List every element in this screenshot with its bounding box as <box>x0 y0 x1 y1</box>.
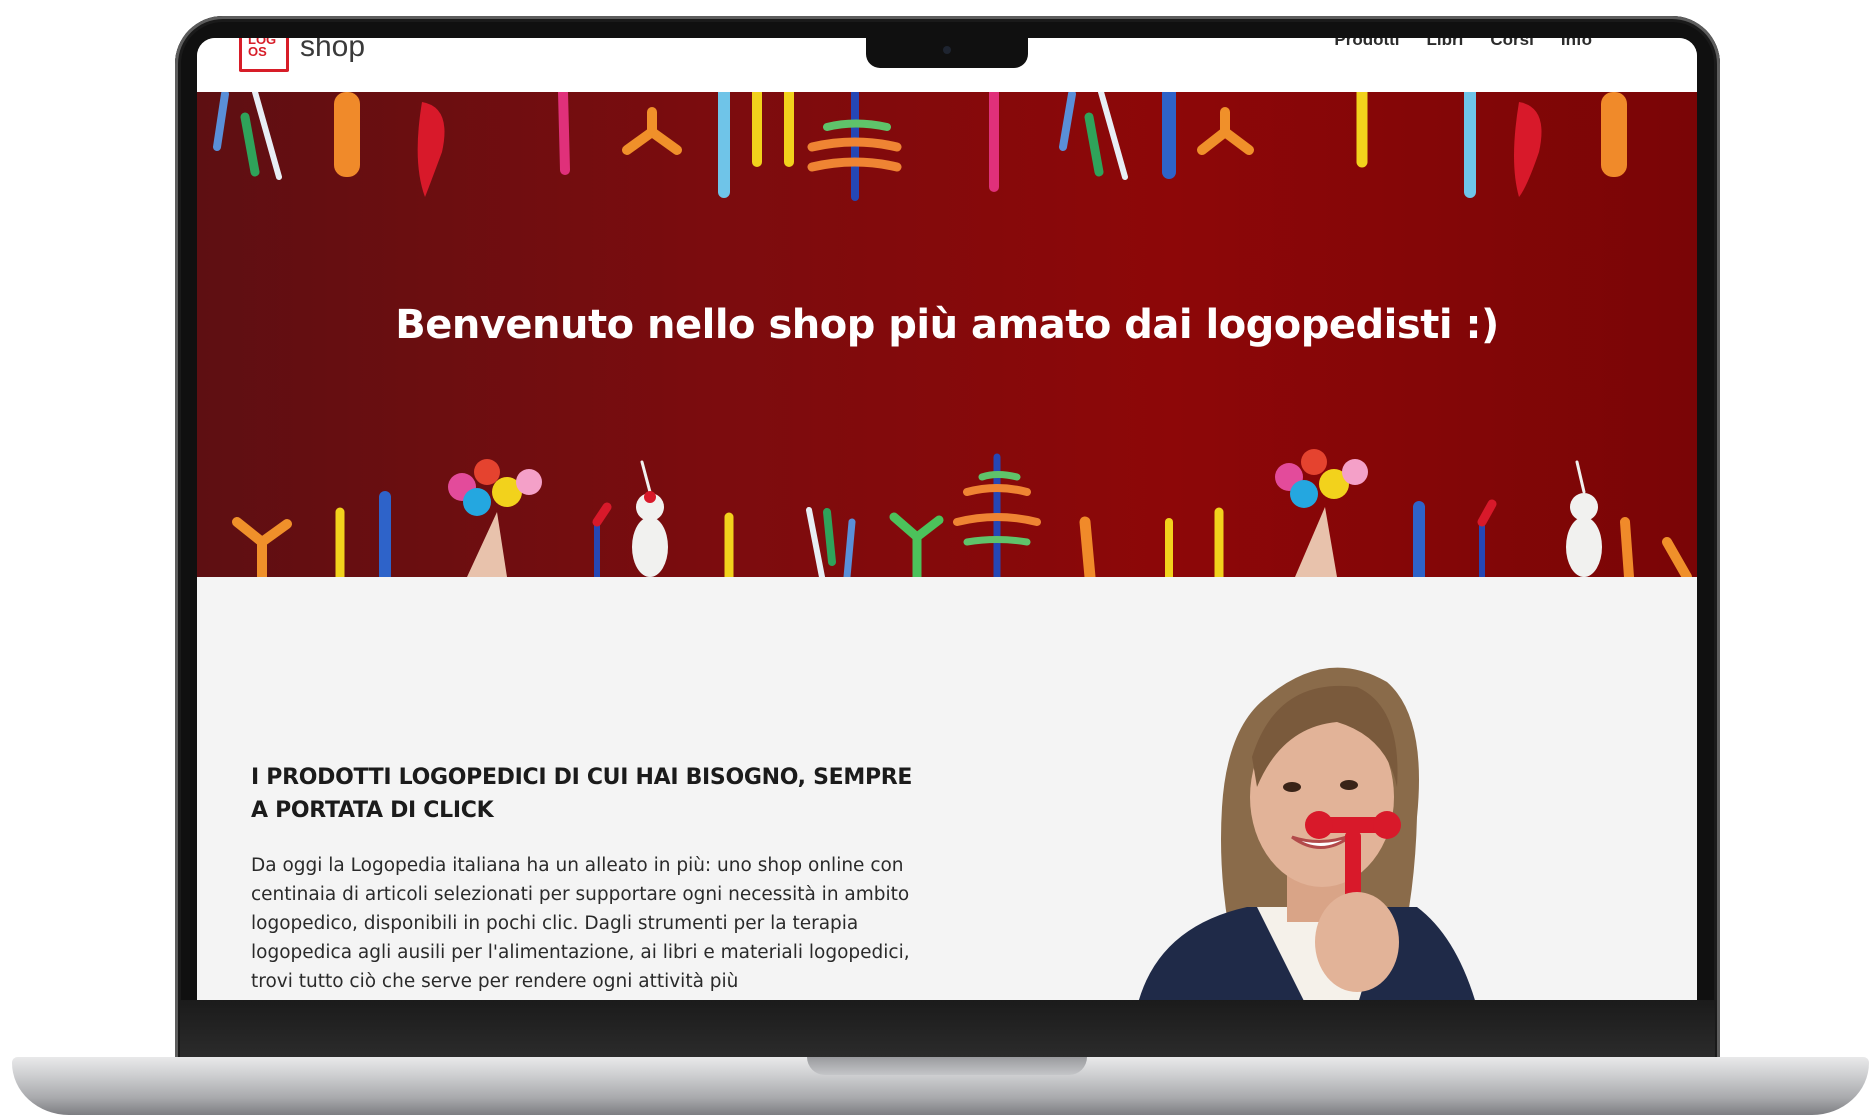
bottom-tools <box>232 449 1692 577</box>
laptop-base-notch <box>807 1057 1087 1075</box>
nav-item-info[interactable]: Info <box>1561 38 1592 50</box>
hero-banner: Benvenuto nello shop più amato dai logop… <box>197 92 1697 577</box>
flower-bouquet-right <box>1275 449 1368 577</box>
laptop-bottom-bezel <box>180 1000 1715 1057</box>
portrait-photo <box>1139 667 1475 1000</box>
camera-notch <box>866 36 1028 68</box>
nav-item-corsi[interactable]: Corsi <box>1490 38 1533 50</box>
browser-viewport: LOG OS shop Prodotti Libri Corsi Info Be… <box>197 38 1697 1000</box>
section-title: I PRODOTTI LOGOPEDICI DI CUI HAI BISOGNO… <box>251 765 913 823</box>
section-body: Da oggi la Logopedia italiana ha un alle… <box>251 855 910 992</box>
nav-item-prodotti[interactable]: Prodotti <box>1334 38 1399 50</box>
logo-mark-text: LOG OS <box>248 38 277 59</box>
top-tools <box>213 92 1627 201</box>
main-nav: Prodotti Libri Corsi Info <box>1334 38 1592 50</box>
hero-title: Benvenuto nello shop più amato dai logop… <box>395 302 1499 348</box>
logo-mark[interactable]: LOG OS <box>239 38 289 72</box>
nav-item-libri[interactable]: Libri <box>1427 38 1464 50</box>
camera-icon <box>943 46 951 54</box>
intro-section: I PRODOTTI LOGOPEDICI DI CUI HAI BISOGNO… <box>197 577 1697 1000</box>
flower-bouquet-left <box>448 459 542 577</box>
logo-wordmark[interactable]: shop <box>300 38 365 64</box>
